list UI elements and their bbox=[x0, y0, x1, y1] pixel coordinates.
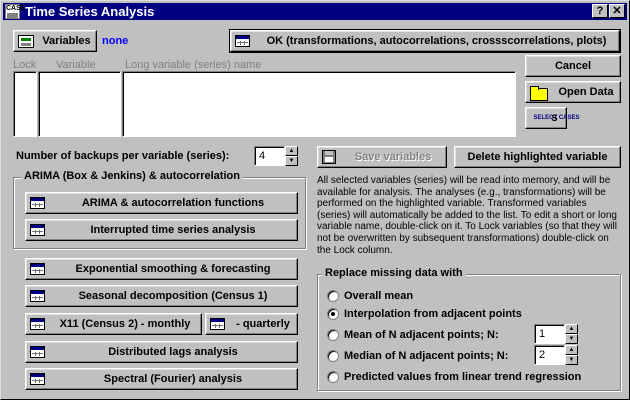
backups-label-text: Number of backups per variable (series): bbox=[16, 150, 230, 162]
disk-icon bbox=[322, 150, 336, 164]
radio-label: Predicted values from linear trend regre… bbox=[344, 371, 582, 383]
exponential-smoothing-label: Exponential smoothing & forecasting bbox=[75, 263, 271, 275]
select-cases-s: S bbox=[551, 113, 558, 123]
radio-button[interactable] bbox=[327, 290, 339, 302]
lock-column-pane[interactable] bbox=[13, 71, 37, 137]
x11-quarterly-button[interactable]: - quarterly bbox=[205, 313, 298, 335]
variables-value: none bbox=[102, 35, 129, 47]
backups-input[interactable]: 4 bbox=[254, 146, 285, 166]
mean-n-spinner[interactable]: ▲ ▼ bbox=[565, 324, 578, 344]
grid-icon bbox=[210, 318, 225, 330]
radio-label: Interpolation from adjacent points bbox=[344, 308, 522, 320]
time-series-dialog: CASE Time Series Analysis ? ✕ Variables … bbox=[0, 0, 630, 400]
arima-button[interactable]: ARIMA & autocorrelation functions bbox=[25, 192, 298, 214]
x11-monthly-label: X11 (Census 2) - monthly bbox=[59, 318, 191, 330]
mean-n-input[interactable]: 1 bbox=[534, 324, 565, 344]
open-data-label: Open Data bbox=[558, 86, 614, 98]
grid-icon bbox=[30, 197, 45, 209]
grid-icon bbox=[30, 346, 45, 358]
column-header-lock: Lock bbox=[13, 59, 37, 71]
delete-variable-button[interactable]: Delete highlighted variable bbox=[454, 146, 621, 168]
save-variables-label: Save variables bbox=[354, 151, 432, 163]
grid-icon bbox=[30, 224, 45, 236]
missing-data-group-title: Replace missing data with bbox=[322, 267, 466, 279]
variables-icon bbox=[18, 34, 34, 48]
radio-button[interactable] bbox=[327, 371, 339, 383]
spin-down-icon[interactable]: ▼ bbox=[565, 334, 578, 344]
app-icon: CASE bbox=[5, 4, 25, 19]
interrupted-button-label: Interrupted time series analysis bbox=[90, 224, 256, 236]
seasonal-decomposition-label: Seasonal decomposition (Census 1) bbox=[78, 290, 268, 302]
seasonal-decomposition-button[interactable]: Seasonal decomposition (Census 1) bbox=[25, 285, 298, 307]
grid-icon bbox=[30, 290, 45, 302]
radio-linear-trend[interactable]: Predicted values from linear trend regre… bbox=[327, 368, 581, 386]
delete-variable-label: Delete highlighted variable bbox=[467, 151, 608, 163]
radio-interpolation[interactable]: Interpolation from adjacent points bbox=[327, 305, 522, 323]
open-data-button[interactable]: Open Data bbox=[525, 81, 621, 103]
radio-label: Overall mean bbox=[344, 290, 414, 302]
ok-button-label: OK (transformations, autocorrelations, c… bbox=[266, 35, 607, 47]
grid-icon bbox=[30, 373, 45, 385]
grid-icon bbox=[30, 263, 45, 275]
distributed-lags-button[interactable]: Distributed lags analysis bbox=[25, 341, 298, 363]
title-bar[interactable]: CASE Time Series Analysis ? ✕ bbox=[3, 3, 627, 20]
select-cases-button[interactable]: SELECT CASES S bbox=[525, 107, 580, 129]
close-button[interactable]: ✕ bbox=[609, 4, 625, 18]
column-header-long-name: Long variable (series) name bbox=[125, 59, 262, 71]
long-name-column-pane[interactable] bbox=[122, 71, 516, 137]
radio-label: Mean of N adjacent points; N: bbox=[344, 329, 499, 341]
x11-quarterly-label: - quarterly bbox=[236, 318, 290, 330]
spin-up-icon[interactable]: ▲ bbox=[285, 146, 298, 156]
x11-monthly-button[interactable]: X11 (Census 2) - monthly bbox=[25, 313, 202, 335]
arima-button-label: ARIMA & autocorrelation functions bbox=[81, 197, 265, 209]
cancel-button[interactable]: Cancel bbox=[525, 55, 621, 77]
variable-column-pane[interactable] bbox=[38, 71, 121, 137]
median-n-spinner[interactable]: ▲ ▼ bbox=[565, 345, 578, 365]
cancel-button-label: Cancel bbox=[554, 60, 592, 72]
ok-button[interactable]: OK (transformations, autocorrelations, c… bbox=[229, 29, 621, 53]
save-variables-button[interactable]: Save variables bbox=[317, 146, 447, 168]
spin-down-icon[interactable]: ▼ bbox=[285, 156, 298, 166]
folder-icon bbox=[530, 85, 548, 101]
spin-up-icon[interactable]: ▲ bbox=[565, 324, 578, 334]
radio-label: Median of N adjacent points; N: bbox=[344, 350, 509, 362]
exponential-smoothing-button[interactable]: Exponential smoothing & forecasting bbox=[25, 258, 298, 280]
spin-up-icon[interactable]: ▲ bbox=[565, 345, 578, 355]
grid-icon bbox=[30, 318, 45, 330]
distributed-lags-label: Distributed lags analysis bbox=[108, 346, 238, 358]
radio-overall-mean[interactable]: Overall mean bbox=[327, 287, 413, 305]
variables-button[interactable]: Variables bbox=[13, 30, 97, 52]
info-text: All selected variables (series) will be … bbox=[317, 175, 617, 256]
backups-spinner[interactable]: ▲ ▼ bbox=[285, 146, 298, 166]
radio-button[interactable] bbox=[327, 350, 339, 362]
column-header-variable: Variable bbox=[56, 59, 96, 71]
radio-button[interactable] bbox=[327, 329, 339, 341]
variables-button-label: Variables bbox=[42, 35, 91, 47]
grid-icon bbox=[235, 35, 250, 47]
select-cases-caption: SELECT CASES bbox=[533, 115, 580, 121]
radio-mean-n[interactable]: Mean of N adjacent points; N: bbox=[327, 326, 499, 344]
spectral-analysis-label: Spectral (Fourier) analysis bbox=[103, 373, 243, 385]
backups-label: Number of backups per variable (series): bbox=[16, 150, 229, 162]
radio-button[interactable] bbox=[327, 308, 339, 320]
app-icon-caption: CASE bbox=[6, 5, 26, 12]
window-title: Time Series Analysis bbox=[25, 4, 155, 19]
spin-down-icon[interactable]: ▼ bbox=[565, 355, 578, 365]
median-n-input[interactable]: 2 bbox=[534, 345, 565, 365]
interrupted-button[interactable]: Interrupted time series analysis bbox=[25, 219, 298, 241]
help-button[interactable]: ? bbox=[592, 4, 608, 18]
arima-group-title: ARIMA (Box & Jenkins) & autocorrelation bbox=[21, 170, 243, 182]
spectral-analysis-button[interactable]: Spectral (Fourier) analysis bbox=[25, 368, 298, 390]
radio-median-n[interactable]: Median of N adjacent points; N: bbox=[327, 347, 508, 365]
